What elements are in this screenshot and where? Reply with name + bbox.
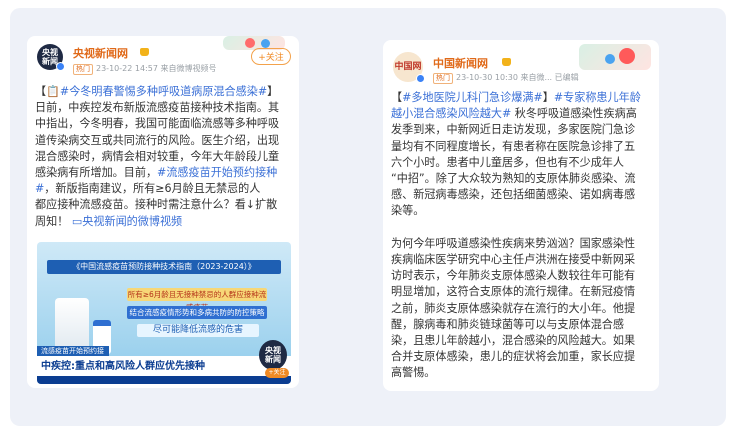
- body-line: 周知！ ▭央视新闻的微博视频: [35, 214, 295, 230]
- post-time[interactable]: 23-10-22 14:57: [96, 64, 158, 73]
- weibo-post-cctv: 央视 新闻 央视新闻网 热门 23-10-22 14:57 来自微博视频号 +关注…: [27, 36, 299, 388]
- body-line: 染，且患儿年龄越小，混合感染的风险越大。如果: [391, 333, 655, 349]
- body-line: 高警惕。: [391, 365, 655, 381]
- video-tag: 流感疫苗开始预约接种: [37, 346, 109, 365]
- video-banner: 《中国流感疫苗预防接种技术指南（2023-2024）》: [47, 260, 281, 274]
- body-text: 日前，中疾控发布新版流感疫苗接种技术指南。其: [35, 101, 280, 115]
- body-text: “中招”。除了大众较为熟知的支原体肺炎感染、流: [391, 172, 636, 186]
- topic-link[interactable]: 越小混合感染风险越大#: [391, 107, 511, 120]
- body-line: 访时表示，今年肺炎支原体感染人数较往年可能有: [391, 268, 655, 284]
- body-text: 都应接种流感疫苗。接种时需注意什么？看↓扩散: [35, 198, 278, 212]
- video-caption-2: 结合流感疫情形势和多病共防的防控策略: [127, 306, 267, 319]
- post-meta: 热门 23-10-22 14:57 来自微博视频号: [73, 63, 216, 75]
- hot-badge: 热门: [73, 64, 93, 75]
- body-text: 感、新冠病毒感染，还包括细菌感染、诺如病毒感: [391, 188, 636, 202]
- body-line: 发季到来，中新网近日走访发现，多家医院门急诊: [391, 122, 655, 138]
- post-body: 【#多地医院儿科门急诊爆满#】#专家称患儿年龄 越小混合感染风险越大# 秋冬呼吸道…: [391, 90, 655, 382]
- video-caption-3: 尽可能降低流感的危害: [137, 324, 259, 337]
- body-text: 感染病有所增加。目前，: [35, 166, 158, 180]
- post-source[interactable]: 来自微...: [520, 73, 552, 82]
- topic-link[interactable]: #专家称患儿年龄: [554, 91, 641, 104]
- topic-link[interactable]: #流感疫苗开始预约接种: [157, 166, 277, 179]
- body-line: “中招”。除了大众较为熟知的支原体肺炎感染、流: [391, 171, 655, 187]
- body-line: #，新版指南建议，所有≥6月龄且无禁忌的人: [35, 181, 295, 197]
- body-line: 之前，肺炎支原体感染就存在流行的大小年。他提: [391, 301, 655, 317]
- body-text: 周知！: [35, 214, 72, 228]
- body-text: 为何今年呼吸道感染性疾病来势汹汹？国家感染性: [391, 236, 636, 250]
- body-text: 疾病临床医学研究中心主任卢洪洲在接受中新网采: [391, 253, 636, 267]
- body-text: 六个小时。患者中儿童居多，但也有不少成年人: [391, 155, 624, 169]
- body-text: 发季到来，中新网近日走访发现，多家医院门急诊: [391, 123, 636, 137]
- body-text: 混合感染时，病情会相对较重，今年大年龄段儿童: [35, 149, 280, 163]
- video-link[interactable]: ▭央视新闻的微博视频: [72, 215, 182, 228]
- body-line: 为何今年呼吸道感染性疾病来势汹汹？国家感染性: [391, 236, 655, 252]
- crown-icon: [502, 58, 511, 66]
- body-line: 都应接种流感疫苗。接种时需注意什么？看↓扩散: [35, 197, 295, 213]
- post-source[interactable]: 来自微博视频号: [160, 64, 216, 73]
- channel-logo: 央视 新闻: [259, 340, 287, 370]
- verified-icon: [56, 62, 65, 71]
- post-header: 中国网 中国新闻网 热门 23-10-30 10:30 来自微... 已编辑: [383, 40, 659, 88]
- body-line: 道传染病交互或共同流行的风险。医生介绍，出现: [35, 133, 295, 149]
- body-text: 高警惕。: [391, 366, 436, 380]
- body-line: 【#多地医院儿科门急诊爆满#】#专家称患儿年龄: [391, 90, 655, 106]
- body-text: 】: [267, 85, 279, 98]
- body-text: 染，且患儿年龄越小，混合感染的风险越大。如果: [391, 334, 636, 348]
- body-line: 合并支原体感染，患儿的症状将会加重，家长应提: [391, 349, 655, 365]
- body-line: 六个小时。患者中儿童居多，但也有不少成年人: [391, 155, 655, 171]
- body-line: 感染病有所增加。目前，#流感疫苗开始预约接种: [35, 165, 295, 181]
- body-text: 】: [542, 91, 554, 104]
- video-lower-third: 中疾控:重点和高风险人群应优先接种: [37, 356, 291, 378]
- body-text: 访时表示，今年肺炎支原体感染人数较往年可能有: [391, 269, 636, 283]
- body-line: 中指出，今冬明春，我国可能面临流感等多种呼吸: [35, 116, 295, 132]
- body-text: 之前，肺炎支原体感染就存在流行的大小年。他提: [391, 301, 636, 315]
- avatar-text: 中国网: [394, 61, 422, 72]
- topic-link[interactable]: 📋#今冬明春警惕多种呼吸道病原混合感染#: [46, 85, 267, 98]
- author-name[interactable]: 央视新闻网: [73, 45, 128, 61]
- post-time[interactable]: 23-10-30 10:30: [456, 73, 518, 82]
- post-body: 【📋#今冬明春警惕多种呼吸道病原混合感染#】 日前，中疾控发布新版流感疫苗接种技术…: [35, 84, 295, 230]
- body-text: 中指出，今冬明春，我国可能面临流感等多种呼吸: [35, 117, 280, 131]
- topic-link[interactable]: #: [35, 182, 44, 195]
- body-line: 日前，中疾控发布新版流感疫苗接种技术指南。其: [35, 100, 295, 116]
- body-line: 感、新冠病毒感染，还包括细菌感染、诺如病毒感: [391, 187, 655, 203]
- body-text: 道传染病交互或共同流行的风险。医生介绍，出现: [35, 133, 280, 147]
- video-ticker: [37, 376, 291, 384]
- video-thumbnail[interactable]: 《中国流感疫苗预防接种技术指南（2023-2024）》 所有≥6月龄且无接种禁忌…: [37, 242, 291, 384]
- body-line: 醒，腺病毒和肺炎链球菌等可以与支原体混合感: [391, 317, 655, 333]
- body-text: 秋冬呼吸道感染性疾病高: [511, 107, 637, 121]
- body-line: 量均有不同程度增长，有患者称在医院急诊排了五: [391, 139, 655, 155]
- body-text: 【: [35, 85, 47, 98]
- post-header: 央视 新闻 央视新闻网 热门 23-10-22 14:57 来自微博视频号 +关注: [27, 36, 299, 82]
- topic-link[interactable]: #多地医院儿科门急诊爆满#: [402, 91, 543, 104]
- body-line: [391, 220, 655, 236]
- body-text: 量均有不同程度增长，有患者称在医院急诊排了五: [391, 139, 636, 153]
- author-name[interactable]: 中国新闻网: [433, 55, 488, 71]
- video-caption-1: 所有≥6月龄且无接种禁忌的人群应接种流感疫苗: [127, 288, 267, 312]
- body-line: 染等。: [391, 203, 655, 219]
- body-line: 越小混合感染风险越大# 秋冬呼吸道感染性疾病高: [391, 106, 655, 122]
- hot-badge: 热门: [433, 73, 453, 84]
- body-text: 染等。: [391, 204, 425, 218]
- post-meta: 热门 23-10-30 10:30 来自微... 已编辑: [433, 72, 579, 84]
- body-line: 【📋#今冬明春警惕多种呼吸道病原混合感染#】: [35, 84, 295, 100]
- follow-button[interactable]: +关注: [251, 48, 291, 65]
- cartoon-sticker: [579, 44, 651, 70]
- video-follow-button[interactable]: +关注: [265, 368, 289, 378]
- edited-label: 已编辑: [554, 73, 579, 82]
- verified-icon: [416, 74, 425, 83]
- body-line: 混合感染时，病情会相对较重，今年大年龄段儿童: [35, 149, 295, 165]
- body-text: 醒，腺病毒和肺炎链球菌等可以与支原体混合感: [391, 317, 624, 331]
- body-text: 【: [391, 91, 403, 104]
- body-text: 合并支原体感染，患儿的症状将会加重，家长应提: [391, 350, 636, 364]
- crown-icon: [140, 48, 149, 56]
- body-text: ，新版指南建议，所有≥6月龄且无禁忌的人: [44, 182, 261, 196]
- body-line: 明显增加，这符合支原体的流行规律。在新冠疫情: [391, 284, 655, 300]
- body-line: 疾病临床医学研究中心主任卢洪洲在接受中新网采: [391, 252, 655, 268]
- weibo-post-chinanews: 中国网 中国新闻网 热门 23-10-30 10:30 来自微... 已编辑 【#…: [383, 40, 659, 391]
- body-text: 明显增加，这符合支原体的流行规律。在新冠疫情: [391, 285, 636, 299]
